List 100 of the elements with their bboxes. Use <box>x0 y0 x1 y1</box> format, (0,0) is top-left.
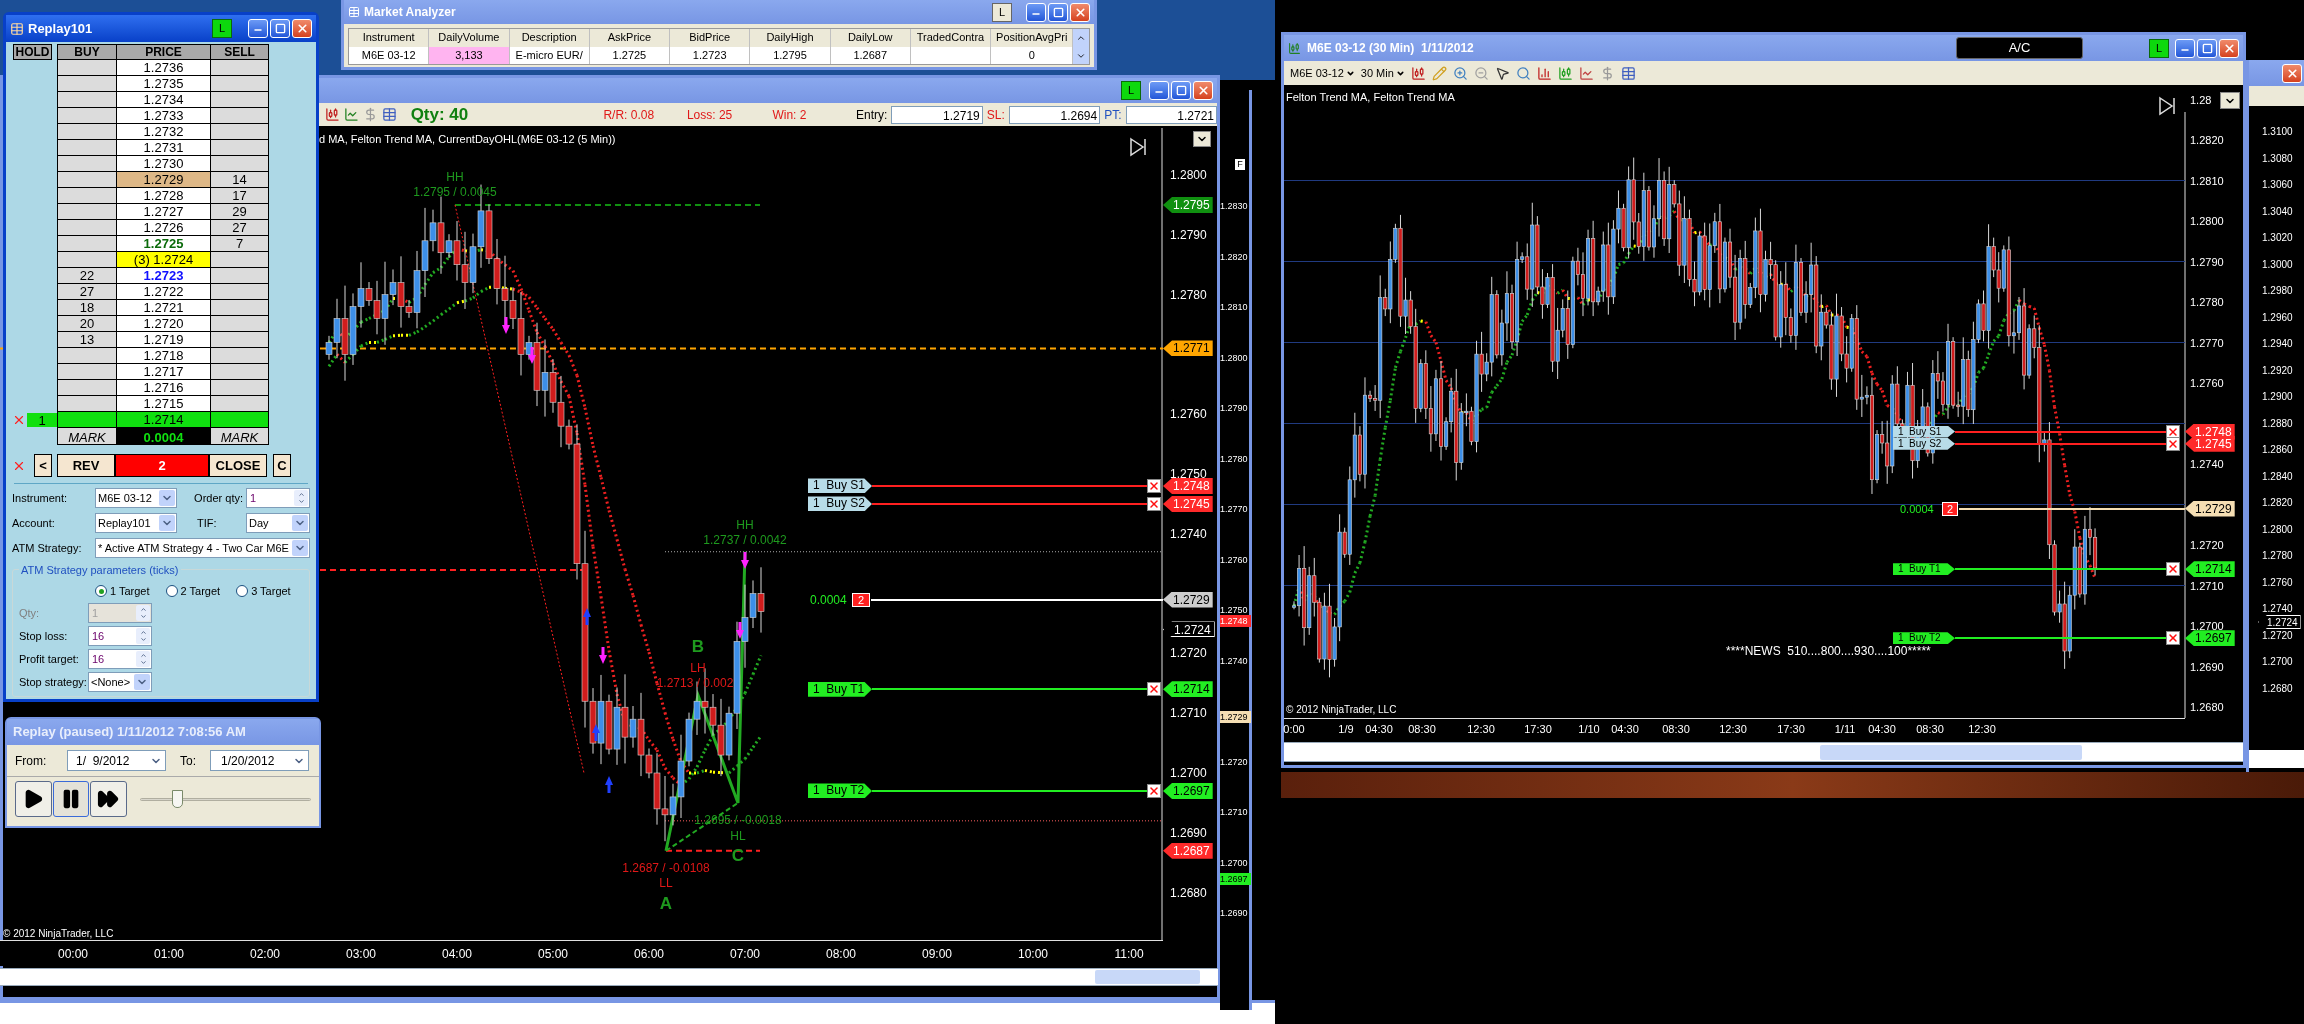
param-field[interactable]: 16 <box>88 626 152 646</box>
field-label: PT: <box>1104 106 1122 124</box>
price-axis-label: 1.2790 <box>1220 402 1249 416</box>
profit-target-field[interactable]: 1.2721 <box>1125 105 1217 124</box>
time-axis-label: 04:30 <box>1868 722 1896 737</box>
price-tag: 1.2729 <box>1220 711 1251 724</box>
time-axis-label: 12:30 <box>1968 722 1996 737</box>
target-radio[interactable]: 2 Target <box>165 582 221 600</box>
order-flag[interactable]: 1 Buy T2 <box>1893 632 1955 645</box>
field-label: ATM Strategy: <box>12 540 83 556</box>
price-cell: 1.2716 <box>116 380 210 396</box>
price-tag: 1.2724 <box>2258 615 2301 629</box>
sell-cell[interactable]: 14 <box>210 172 269 188</box>
tif-dropdown[interactable]: Day <box>246 513 310 533</box>
field-label: Qty: <box>19 605 41 621</box>
to-date-picker[interactable]: 1/20/2012 <box>210 750 309 771</box>
price-axis-label: 1.2800 <box>2190 213 2224 229</box>
sell-cell[interactable]: 7 <box>210 236 269 252</box>
time-axis-label: 08:30 <box>1408 722 1436 737</box>
price-axis-label: 1.2760 <box>2190 375 2224 391</box>
order-button[interactable]: < <box>34 454 52 477</box>
price-axis-label: 1.2960 <box>2262 310 2293 324</box>
field-label: From: <box>15 752 48 770</box>
field-label: Profit target: <box>19 651 80 667</box>
order-button[interactable]: CLOSE <box>209 454 267 477</box>
buy-cell[interactable]: 13 <box>57 332 116 348</box>
buy-cell[interactable]: 20 <box>57 316 116 332</box>
price-axis-label: 1.2680 <box>1170 884 1207 902</box>
sell-cell[interactable]: 29 <box>210 204 269 220</box>
price-cell: 1.2717 <box>116 364 210 380</box>
price-axis-label: 1.2690 <box>2190 659 2224 675</box>
price-axis-label: 1.3060 <box>2262 177 2293 192</box>
price-axis-label: 1.2900 <box>2262 389 2293 404</box>
instrument-dropdown[interactable]: M6E 03-12 <box>95 488 177 508</box>
order-flag[interactable]: 1 Buy T2 <box>808 783 872 799</box>
time-axis-label: 04:30 <box>1365 722 1393 737</box>
time-axis-label: 12:30 <box>1467 722 1495 737</box>
chart-annotation: LL <box>659 875 673 892</box>
price-axis-label: 1.2710 <box>1220 806 1249 820</box>
order-flag[interactable]: 1 Buy S1 <box>808 478 872 494</box>
mark-cell[interactable]: MARK <box>57 428 116 445</box>
target-radio[interactable]: 1 Target <box>95 582 150 600</box>
field-label: TIF: <box>197 515 217 531</box>
interval-dropdown[interactable]: 30 Min <box>1360 64 1405 82</box>
news-note: ****NEWS 510....800....930....100***** <box>1726 643 1931 660</box>
field-label: Order qty: <box>194 490 243 506</box>
order-flag[interactable]: 1 Buy S2 <box>1893 437 1955 450</box>
link-button[interactable]: L <box>212 19 232 38</box>
price-cell: 1.2725 <box>116 236 210 252</box>
price-axis-label: 1.2880 <box>2262 416 2293 430</box>
price-axis-label: 1.3040 <box>2262 204 2293 218</box>
price-cell: 1.2728 <box>116 188 210 204</box>
stop-strategy-dropdown[interactable]: <None> <box>88 672 152 692</box>
atm-strategy-dropdown[interactable]: * Active ATM Strategy 4 - Two Car M6E <box>95 538 310 558</box>
price-axis-label: 1.2760 <box>2262 575 2293 589</box>
time-axis-label: 1/9 <box>1338 722 1354 737</box>
order-flag[interactable]: 1 Buy T1 <box>1893 563 1955 576</box>
price-cell: 1.2735 <box>116 76 210 92</box>
price-axis-label: 1.2810 <box>2190 173 2224 189</box>
entry-field[interactable]: 1.2719 <box>891 105 983 124</box>
price-axis-label: 1.2820 <box>2190 132 2224 148</box>
account-dropdown[interactable]: Replay101 <box>95 513 177 533</box>
price-axis-label: 1.2680 <box>2190 699 2224 715</box>
link-button[interactable]: L <box>2149 38 2169 58</box>
buy-cell[interactable]: 18 <box>57 300 116 316</box>
time-axis-label: 1/11 <box>1834 722 1856 737</box>
qty-label: Qty: 40 <box>410 103 470 126</box>
buy-cell[interactable]: 22 <box>57 268 116 284</box>
field-label: Entry: <box>855 106 888 124</box>
price-cell: 1.2731 <box>116 140 210 156</box>
from-date-picker[interactable]: 1/ 9/2012 <box>67 750 166 771</box>
time-axis-label: 01:00 <box>154 946 184 963</box>
time-axis-label: 1/10 <box>1578 722 1600 737</box>
price-axis-label: 1.2700 <box>1170 765 1207 782</box>
time-axis-label: 03:00 <box>346 946 376 963</box>
column-header: SELL <box>210 44 269 60</box>
price-axis-label: 1.2740 <box>1170 525 1207 543</box>
link-button[interactable]: L <box>992 2 1012 22</box>
price-axis-label: 1.2680 <box>2262 681 2293 695</box>
price-cell: 1.2727 <box>116 204 210 220</box>
indicator-legend: d MA, Felton Trend MA, CurrentDayOHL(M6E 03-12 (5 Min)) <box>319 131 616 148</box>
price-cell: 1.2721 <box>116 300 210 316</box>
stop-loss-field[interactable]: 1.2694 <box>1008 105 1101 124</box>
chart-menu-flag[interactable]: F <box>1234 158 1246 171</box>
sell-cell[interactable]: 17 <box>210 188 269 204</box>
link-button[interactable]: L <box>1121 81 1141 100</box>
buy-cell[interactable]: 27 <box>57 284 116 300</box>
order-flag[interactable]: 1 Buy S2 <box>808 496 872 512</box>
order-qty-field[interactable]: 1 <box>246 488 310 508</box>
order-button[interactable]: 2 <box>115 454 209 477</box>
mark-cell[interactable]: MARK <box>210 428 269 445</box>
order-button[interactable]: REV <box>57 454 115 477</box>
order-button[interactable]: C <box>273 454 291 477</box>
account-button[interactable]: A/C <box>1956 37 2083 59</box>
price-axis-label: 1.2780 <box>2262 548 2293 563</box>
sell-cell[interactable]: 27 <box>210 220 269 236</box>
instrument-dropdown[interactable]: M6E 03-12 <box>1290 64 1355 82</box>
param-field[interactable]: 16 <box>88 649 152 669</box>
target-radio[interactable]: 3 Target <box>236 582 291 600</box>
price-axis-label: 1.2830 <box>1220 200 1249 214</box>
